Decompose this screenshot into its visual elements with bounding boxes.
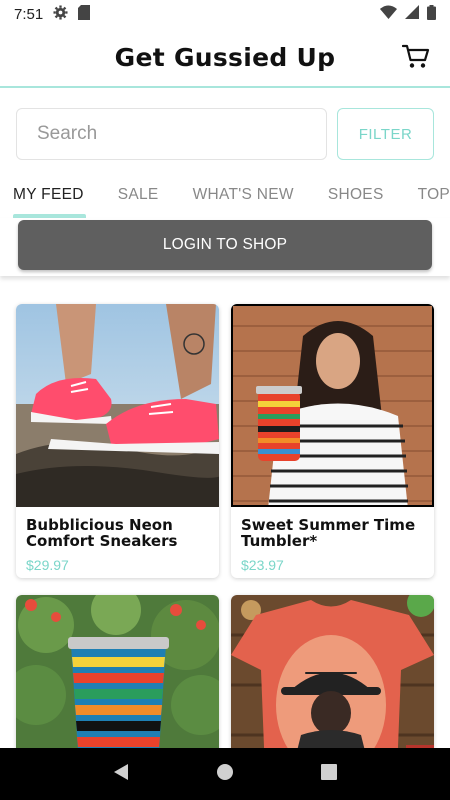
category-tabs: MY FEED SALE WHAT'S NEW SHOES TOPS [0,172,450,218]
wifi-icon [380,5,397,23]
login-to-shop-button[interactable]: LOGIN TO SHOP [18,220,432,270]
product-card[interactable]: Bubblicious Neon Comfort Sneakers $29.97 [16,304,219,578]
recents-icon[interactable] [320,763,337,785]
product-image-sneakers[interactable] [16,304,219,507]
product-card[interactable]: Sweet Summer Time Tumbler* $23.97 [231,304,434,578]
tab-shoes[interactable]: SHOES [311,172,401,218]
battery-icon [427,4,436,24]
search-input[interactable]: Search [16,108,327,160]
app-title: Get Gussied Up [114,42,336,72]
status-bar: 7:51 [0,0,450,28]
search-row: Search FILTER [16,108,434,160]
tab-my-feed[interactable]: MY FEED [0,172,101,218]
cell-signal-icon [405,5,419,23]
tab-whats-new[interactable]: WHAT'S NEW [176,172,311,218]
system-nav-bar [0,748,450,800]
product-title[interactable]: Sweet Summer Time Tumbler* [231,507,434,549]
cart-button[interactable] [401,44,430,70]
tab-tops[interactable]: TOPS [401,172,450,218]
tab-sale[interactable]: SALE [101,172,176,218]
sd-card-icon [78,4,91,24]
product-image-tumbler[interactable] [231,304,434,507]
status-time: 7:51 [14,5,44,23]
gear-icon [53,4,68,24]
filter-button[interactable]: FILTER [337,108,434,160]
app-header: Get Gussied Up [0,28,450,88]
login-bar: LOGIN TO SHOP [0,218,450,276]
home-icon[interactable] [216,763,234,786]
product-price: $23.97 [241,557,284,573]
back-icon[interactable] [113,763,129,786]
cart-icon [401,44,430,74]
product-price: $29.97 [26,557,69,573]
product-title[interactable]: Bubblicious Neon Comfort Sneakers [16,507,219,549]
